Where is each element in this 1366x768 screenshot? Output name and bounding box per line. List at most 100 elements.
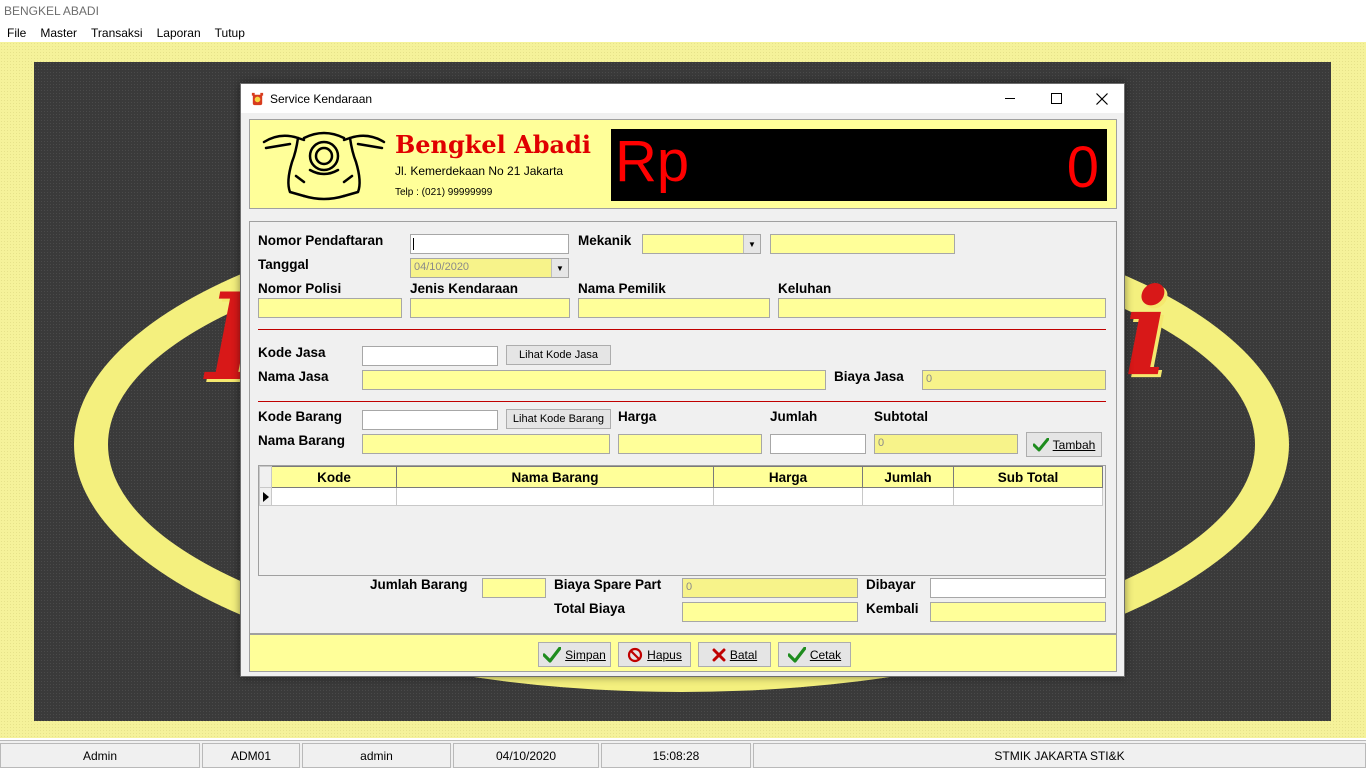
barang-grid[interactable]: Kode Nama Barang Harga Jumlah Sub Total — [258, 465, 1106, 576]
currency-label: Rp — [615, 129, 690, 194]
total-display: Rp 0 — [611, 129, 1107, 201]
harga-field — [618, 434, 762, 454]
subtotal-field: 0 — [874, 434, 1018, 454]
dibayar-label: Dibayar — [866, 577, 916, 592]
table-cell[interactable] — [713, 487, 863, 506]
table-cell[interactable] — [396, 487, 714, 506]
column-header-nama-barang[interactable]: Nama Barang — [396, 466, 714, 488]
kode-jasa-label: Kode Jasa — [258, 345, 326, 360]
tambah-label: Tambah — [1052, 437, 1096, 452]
menu-file[interactable]: File — [0, 24, 33, 42]
lihat-kode-barang-button[interactable]: Lihat Kode Barang — [506, 409, 611, 429]
hapus-button[interactable]: Hapus — [618, 642, 691, 667]
company-phone: Telp : (021) 99999999 — [395, 187, 493, 198]
close-icon[interactable] — [1079, 84, 1125, 113]
menu-transaksi[interactable]: Transaksi — [84, 24, 150, 42]
header-banner: Bengkel Abadi Jl. Kemerdekaan No 21 Jaka… — [249, 119, 1117, 209]
jumlah-input[interactable] — [770, 434, 866, 454]
column-header-jumlah[interactable]: Jumlah — [862, 466, 954, 488]
checkmark-icon — [543, 646, 562, 663]
jumlah-label: Jumlah — [770, 409, 818, 424]
tanggal-date-picker[interactable]: 04/10/2020 ▼ — [410, 258, 569, 278]
cetak-label: Cetak — [809, 647, 842, 662]
table-cell[interactable] — [953, 487, 1103, 506]
cetak-button[interactable]: Cetak — [778, 642, 851, 667]
total-biaya-label: Total Biaya — [554, 601, 626, 616]
checkmark-icon — [1032, 437, 1049, 451]
table-header-row: Kode Nama Barang Harga Jumlah Sub Total — [259, 466, 1103, 488]
column-header-sub-total[interactable]: Sub Total — [953, 466, 1103, 488]
menubar: File Master Transaksi Laporan Tutup — [0, 24, 252, 42]
jumlah-barang-label: Jumlah Barang — [370, 577, 468, 592]
table-cell[interactable] — [862, 487, 954, 506]
nomor-pendaftaran-input[interactable] — [410, 234, 569, 254]
kembali-field — [930, 602, 1106, 622]
kembali-label: Kembali — [866, 601, 919, 616]
background-logo-letter: i — [1124, 262, 1170, 403]
menu-laporan[interactable]: Laporan — [150, 24, 208, 42]
company-name: Bengkel Abadi — [395, 130, 592, 159]
kode-barang-input[interactable] — [362, 410, 498, 430]
maximize-icon[interactable] — [1033, 84, 1079, 113]
kode-jasa-input[interactable] — [362, 346, 498, 366]
biaya-jasa-label: Biaya Jasa — [834, 369, 904, 384]
keluhan-field[interactable] — [778, 298, 1106, 318]
table-cell[interactable] — [271, 487, 397, 506]
status-bar: Admin ADM01 admin 04/10/2020 15:08:28 ST… — [0, 740, 1366, 768]
keluhan-label: Keluhan — [778, 281, 832, 296]
column-header-kode[interactable]: Kode — [271, 466, 397, 488]
nama-jasa-label: Nama Jasa — [258, 369, 329, 384]
minimize-icon[interactable] — [987, 84, 1033, 113]
nomor-polisi-field[interactable] — [258, 298, 402, 318]
lihat-kode-jasa-button[interactable]: Lihat Kode Jasa — [506, 345, 611, 365]
simpan-label: Simpan — [565, 647, 606, 662]
cross-icon — [712, 648, 726, 661]
row-selector[interactable] — [259, 487, 272, 506]
nama-jasa-field — [362, 370, 826, 390]
total-amount: 0 — [1066, 135, 1099, 200]
biaya-jasa-field: 0 — [922, 370, 1106, 390]
simpan-button[interactable]: Simpan — [538, 642, 611, 667]
chevron-down-icon[interactable]: ▼ — [743, 235, 760, 253]
text-cursor — [413, 238, 414, 250]
chevron-down-icon[interactable]: ▼ — [551, 259, 568, 277]
status-username: admin — [302, 743, 451, 768]
window-title: Service Kendaraan — [270, 92, 373, 106]
mekanik-label: Mekanik — [578, 233, 632, 248]
status-user: Admin — [0, 743, 200, 768]
service-kendaraan-window: Service Kendaraan Bengkel Abadi Jl. Keme… — [240, 83, 1125, 677]
current-row-arrow-icon — [263, 492, 269, 502]
company-address: Jl. Kemerdekaan No 21 Jakarta — [395, 164, 564, 178]
mekanik-dropdown[interactable]: ▼ — [642, 234, 761, 254]
status-time: 15:08:28 — [601, 743, 751, 768]
title-bar: Service Kendaraan — [241, 84, 1124, 113]
menu-master[interactable]: Master — [33, 24, 84, 42]
mekanik-name-field — [770, 234, 955, 254]
nama-pemilik-label: Nama Pemilik — [578, 281, 666, 296]
app-icon — [251, 92, 264, 106]
jumlah-barang-field — [482, 578, 546, 598]
status-user-id: ADM01 — [202, 743, 300, 768]
table-row[interactable] — [259, 487, 1103, 506]
tanggal-label: Tanggal — [258, 257, 309, 272]
dibayar-input[interactable] — [930, 578, 1106, 598]
nomor-polisi-label: Nomor Polisi — [258, 281, 342, 296]
biaya-spare-part-field: 0 — [682, 578, 858, 598]
batal-button[interactable]: Batal — [698, 642, 771, 667]
checkmark-icon — [787, 646, 806, 663]
hapus-label: Hapus — [647, 647, 682, 662]
jenis-kendaraan-label: Jenis Kendaraan — [410, 281, 519, 296]
action-bar: Simpan Hapus Batal Cetak — [249, 634, 1117, 672]
nama-barang-field — [362, 434, 610, 454]
nama-barang-label: Nama Barang — [258, 433, 346, 448]
column-header-harga[interactable]: Harga — [713, 466, 863, 488]
no-entry-icon — [628, 647, 643, 662]
kode-barang-label: Kode Barang — [258, 409, 343, 424]
service-form: Nomor Pendaftaran Mekanik ▼ Tanggal 04/1… — [249, 221, 1117, 634]
tambah-button[interactable]: Tambah — [1026, 432, 1102, 457]
jenis-kendaraan-field[interactable] — [410, 298, 570, 318]
nomor-pendaftaran-label: Nomor Pendaftaran — [258, 233, 384, 248]
nama-pemilik-field[interactable] — [578, 298, 770, 318]
separator-line — [258, 401, 1106, 402]
menu-tutup[interactable]: Tutup — [208, 24, 252, 42]
